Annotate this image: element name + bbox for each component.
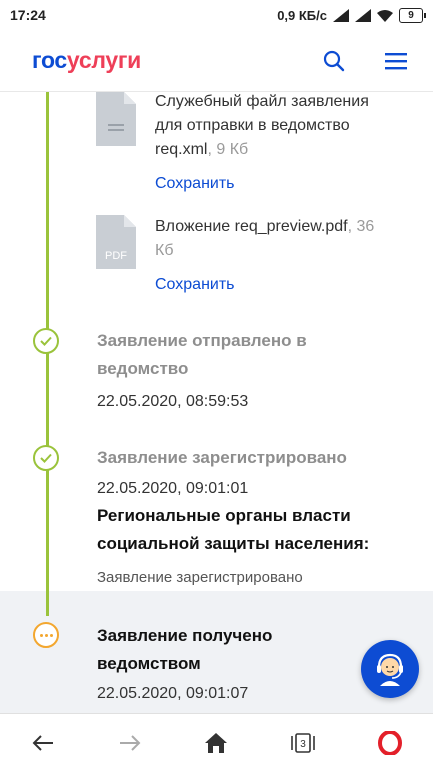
- org-status: Заявление зарегистрировано: [97, 569, 303, 586]
- pdf-file-icon: PDF: [96, 215, 136, 269]
- status-bar: 17:24 0,9 КБ/с 9: [0, 0, 433, 30]
- org-title: Региональные органы власти социальной за…: [97, 506, 370, 553]
- back-button[interactable]: [23, 723, 63, 763]
- home-button[interactable]: [196, 723, 236, 763]
- document-icon: [96, 92, 136, 146]
- event-date: 22.05.2020, 08:59:53: [97, 393, 249, 410]
- gosuslugi-logo[interactable]: госуслуги: [32, 47, 141, 74]
- menu-icon[interactable]: [385, 52, 407, 70]
- signal-icon: [333, 8, 349, 22]
- timeline-line-done: [46, 92, 49, 616]
- home-icon: [205, 732, 228, 753]
- opera-menu-button[interactable]: [370, 723, 410, 763]
- svg-text:3: 3: [300, 739, 306, 750]
- arrow-right-icon: [119, 734, 141, 751]
- status-time: 17:24: [10, 7, 46, 23]
- battery-icon: 9: [399, 7, 426, 23]
- wifi-icon: [377, 9, 393, 22]
- svg-text:PDF: PDF: [105, 250, 127, 262]
- timeline-line-done: [46, 591, 49, 616]
- check-icon: [33, 445, 59, 471]
- support-chat-button[interactable]: [361, 640, 419, 698]
- file-xml-name: Служебный файл заявления для отправки в …: [155, 93, 369, 158]
- file-xml-icon-wrap: [96, 92, 136, 146]
- search-icon[interactable]: [323, 50, 345, 72]
- event-title: Заявление зарегистрировано: [97, 448, 347, 467]
- browser-bottom-nav: 3: [0, 713, 433, 771]
- tabs-button[interactable]: 3: [283, 723, 323, 763]
- forward-button[interactable]: [110, 723, 150, 763]
- event-date: 22.05.2020, 09:01:01: [97, 480, 249, 497]
- check-icon: [33, 328, 59, 354]
- signal-icon-2: [355, 8, 371, 22]
- opera-logo-icon: [377, 730, 402, 755]
- save-xml-link[interactable]: Сохранить: [155, 175, 235, 193]
- pending-icon: [33, 622, 59, 648]
- app-header: госуслуги: [0, 30, 433, 92]
- network-speed: 0,9 КБ/с: [277, 7, 327, 23]
- event-title: Заявление отправлено в ведомство: [97, 331, 307, 378]
- file-pdf-icon-wrap: PDF: [96, 215, 136, 269]
- tabs-icon: 3: [291, 732, 315, 753]
- file-pdf-name: Вложение req_preview.pdf, 36 Кб: [155, 218, 375, 259]
- arrow-left-icon: [32, 734, 54, 751]
- event-date: 22.05.2020, 09:01:07: [97, 685, 249, 702]
- save-pdf-link[interactable]: Сохранить: [155, 276, 235, 294]
- status-indicators: 0,9 КБ/с 9: [277, 7, 426, 23]
- event-title: Заявление получено ведомством: [97, 626, 273, 673]
- support-agent-icon: [377, 653, 403, 686]
